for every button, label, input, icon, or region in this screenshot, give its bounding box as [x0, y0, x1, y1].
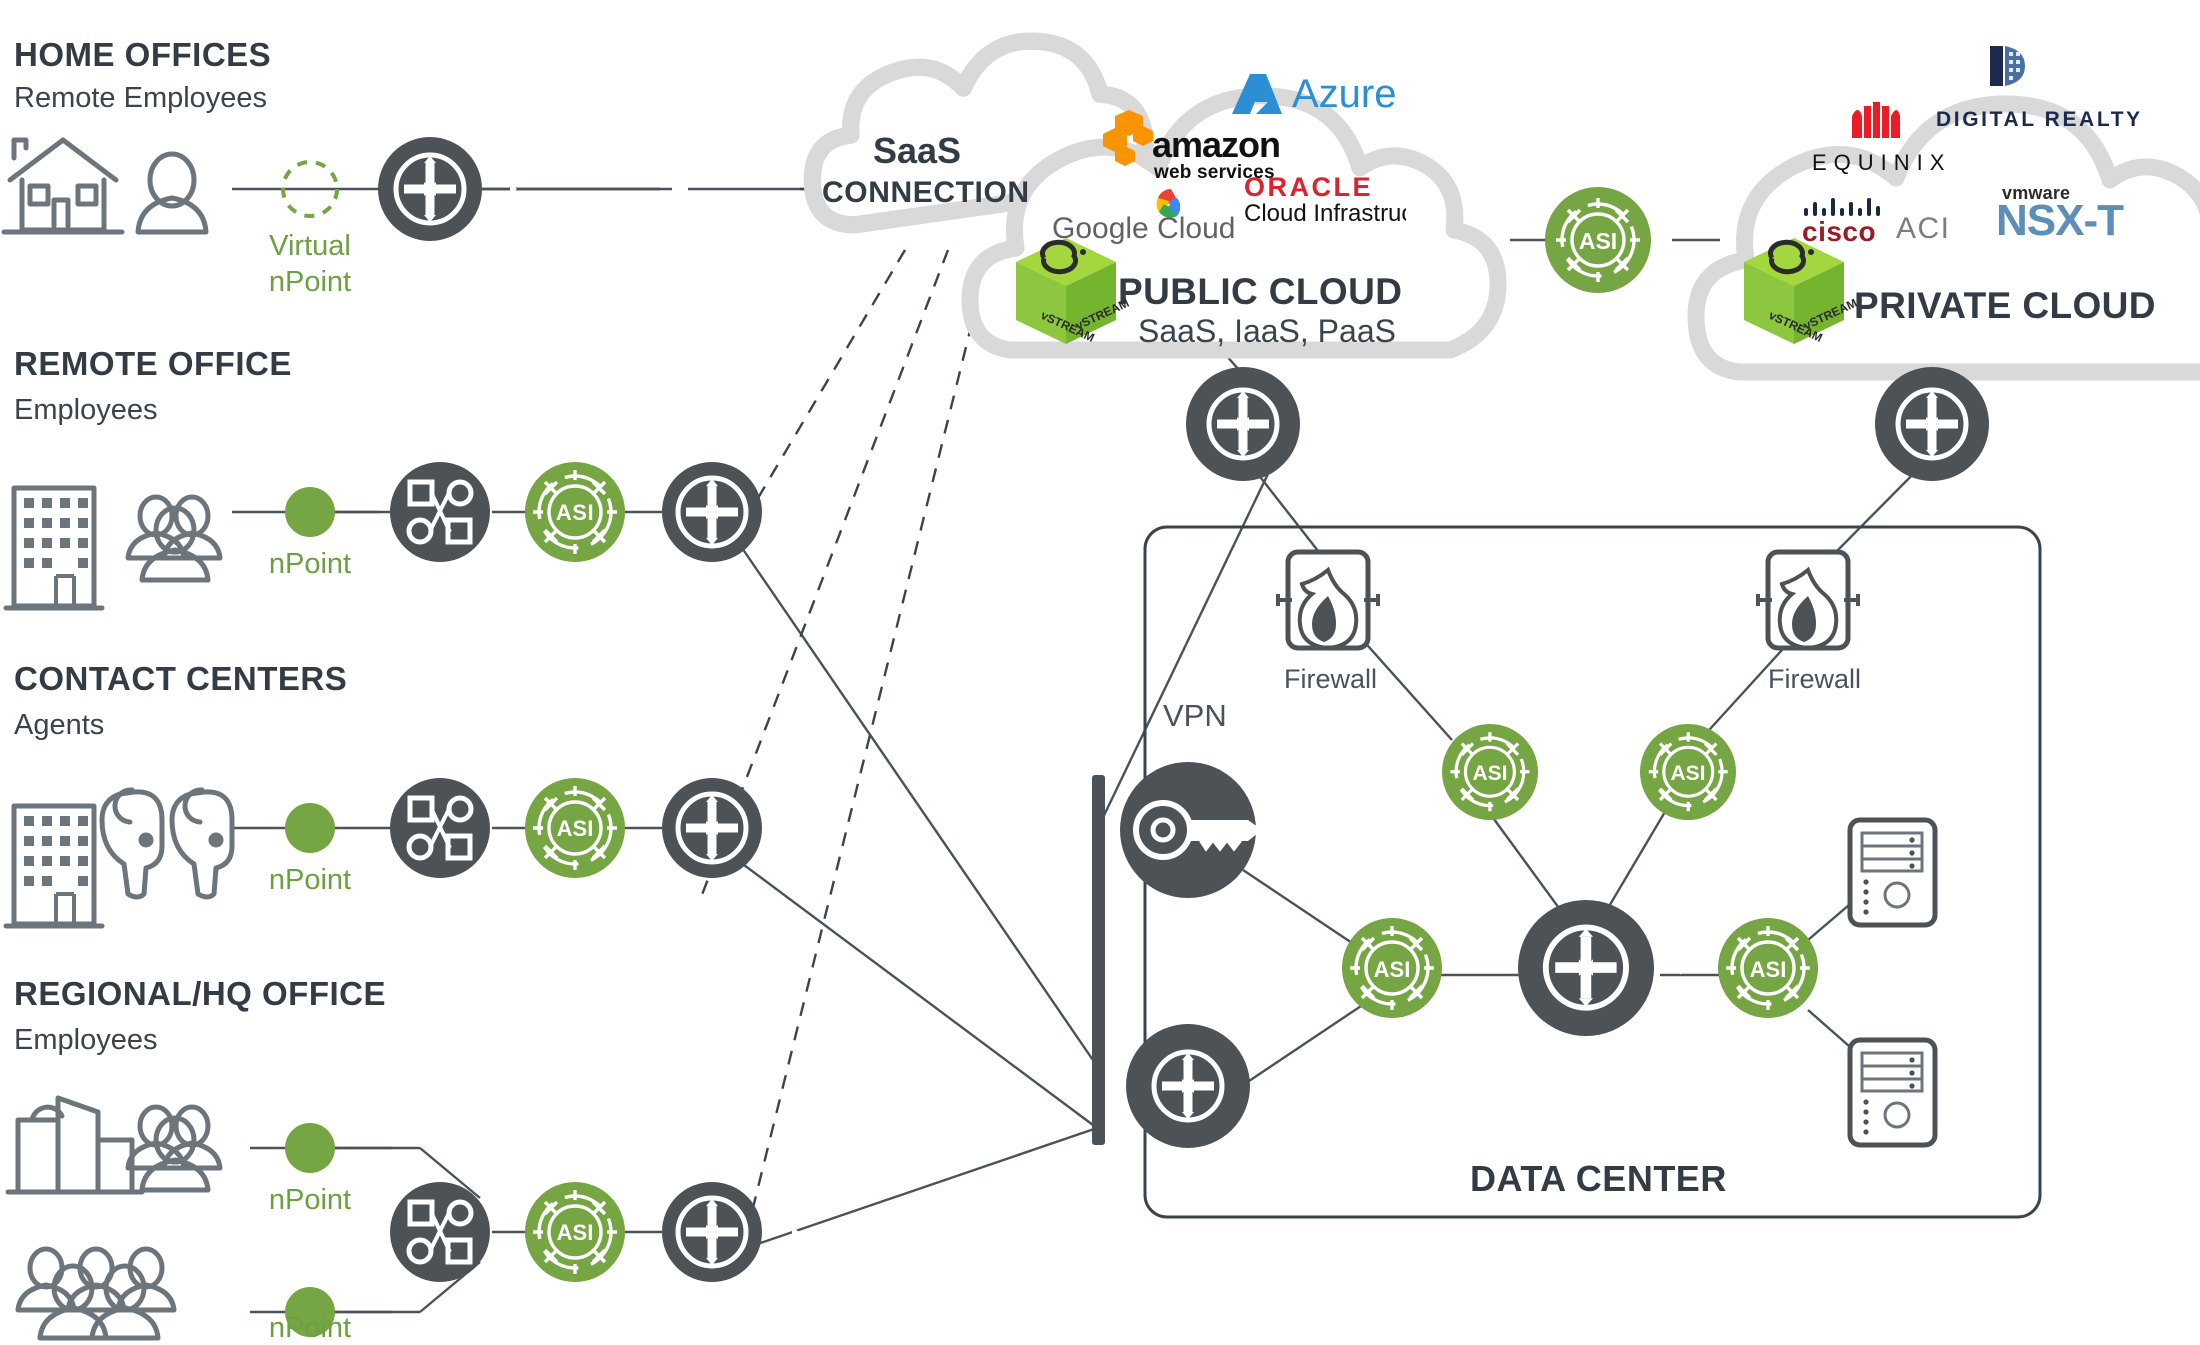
digital-realty-wordmark: DIGITAL REALTY [1936, 108, 2143, 131]
equinix-wordmark: EQUINIX [1812, 150, 1952, 175]
network-architecture-diagram: HOME OFFICES Remote Employees REMOTE OFF… [0, 0, 2200, 1344]
cisco-wordmark: cisco [1802, 216, 1877, 247]
azure-icon [1232, 74, 1282, 114]
equinix-icon [1848, 100, 1900, 149]
aci-wordmark: ACI [1896, 212, 1951, 245]
nsx-t-wordmark: NSX-T [1996, 196, 2124, 245]
aws-cubes-icon [1103, 108, 1153, 175]
amazon-wordmark: amazon [1152, 124, 1281, 165]
digital-realty-icon [1986, 42, 2030, 95]
vstream-cube-private: vSTREAM vSTREAM [1744, 238, 1859, 345]
oracle-wordmark: ORACLE [1244, 172, 1373, 202]
google-cloud-wordmark: Google Cloud [1052, 212, 1236, 245]
azure-logo [1230, 70, 1288, 123]
azure-wordmark: Azure [1292, 72, 1397, 116]
oracle-cloud-infrastructure-wordmark: Cloud Infrastructure [1244, 200, 1406, 227]
vstream-cube-public: vSTREAM vSTREAM [1016, 238, 1131, 345]
